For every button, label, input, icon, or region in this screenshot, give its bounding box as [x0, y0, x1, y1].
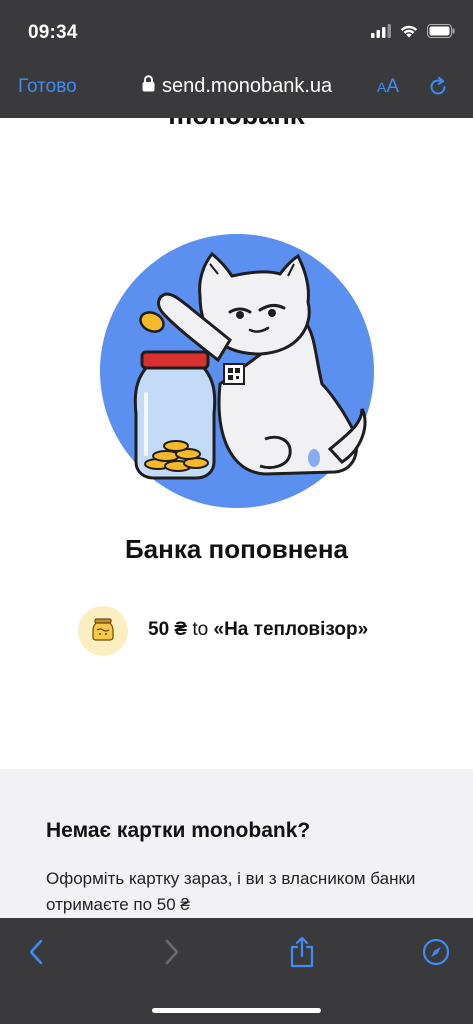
address-field[interactable]: send.monobank.ua	[142, 75, 332, 98]
brand-logo-text: monobank	[0, 118, 473, 131]
jar-avatar	[78, 606, 128, 656]
text-size-large-label: A	[386, 76, 400, 97]
url-text: send.monobank.ua	[162, 75, 333, 97]
safari-open-button[interactable]	[420, 938, 452, 970]
status-icons	[371, 24, 455, 43]
promo-text: Оформіть картку зараз, і ви з власником …	[46, 869, 416, 914]
text-size-small-label: A	[377, 79, 387, 95]
page-title: Банка поповнена	[124, 534, 349, 564]
chevron-left-icon	[28, 939, 44, 970]
done-button[interactable]: Готово	[18, 76, 77, 98]
battery-icon	[427, 24, 455, 43]
url-bar: Готово send.monobank.ua AA	[0, 66, 473, 118]
cat-with-jar-illustration	[100, 234, 374, 508]
reload-button[interactable]	[427, 76, 449, 103]
share-button[interactable]	[286, 936, 318, 973]
promo-section: Немає картки monobank? Оформіть картку з…	[0, 769, 473, 918]
promo-title: Немає картки monobank?	[46, 819, 311, 842]
jar-icon	[90, 616, 116, 647]
reload-icon	[427, 76, 449, 102]
page-content: monobank	[0, 118, 473, 918]
compass-icon	[422, 938, 450, 971]
wifi-icon	[399, 24, 419, 43]
status-bar: 09:34	[0, 0, 473, 66]
status-time: 09:34	[28, 22, 78, 43]
transfer-summary: 50 ₴ to «На тепловізор»	[148, 619, 368, 641]
chevron-right-icon	[164, 939, 180, 970]
text-size-button[interactable]: AA	[377, 76, 399, 98]
signal-icon	[371, 24, 391, 43]
share-icon	[289, 936, 315, 973]
back-button[interactable]	[20, 938, 52, 970]
browser-bottom-toolbar	[0, 918, 473, 1024]
lock-icon	[142, 75, 155, 98]
jar-name: «На тепловізор»	[213, 619, 369, 640]
browser-top-chrome: 09:34 Готово send.monobank.ua AA	[0, 0, 473, 118]
transfer-amount: 50 ₴	[148, 619, 188, 640]
transfer-preposition: to	[192, 619, 209, 640]
home-indicator[interactable]	[152, 1008, 321, 1013]
forward-button[interactable]	[156, 938, 188, 970]
